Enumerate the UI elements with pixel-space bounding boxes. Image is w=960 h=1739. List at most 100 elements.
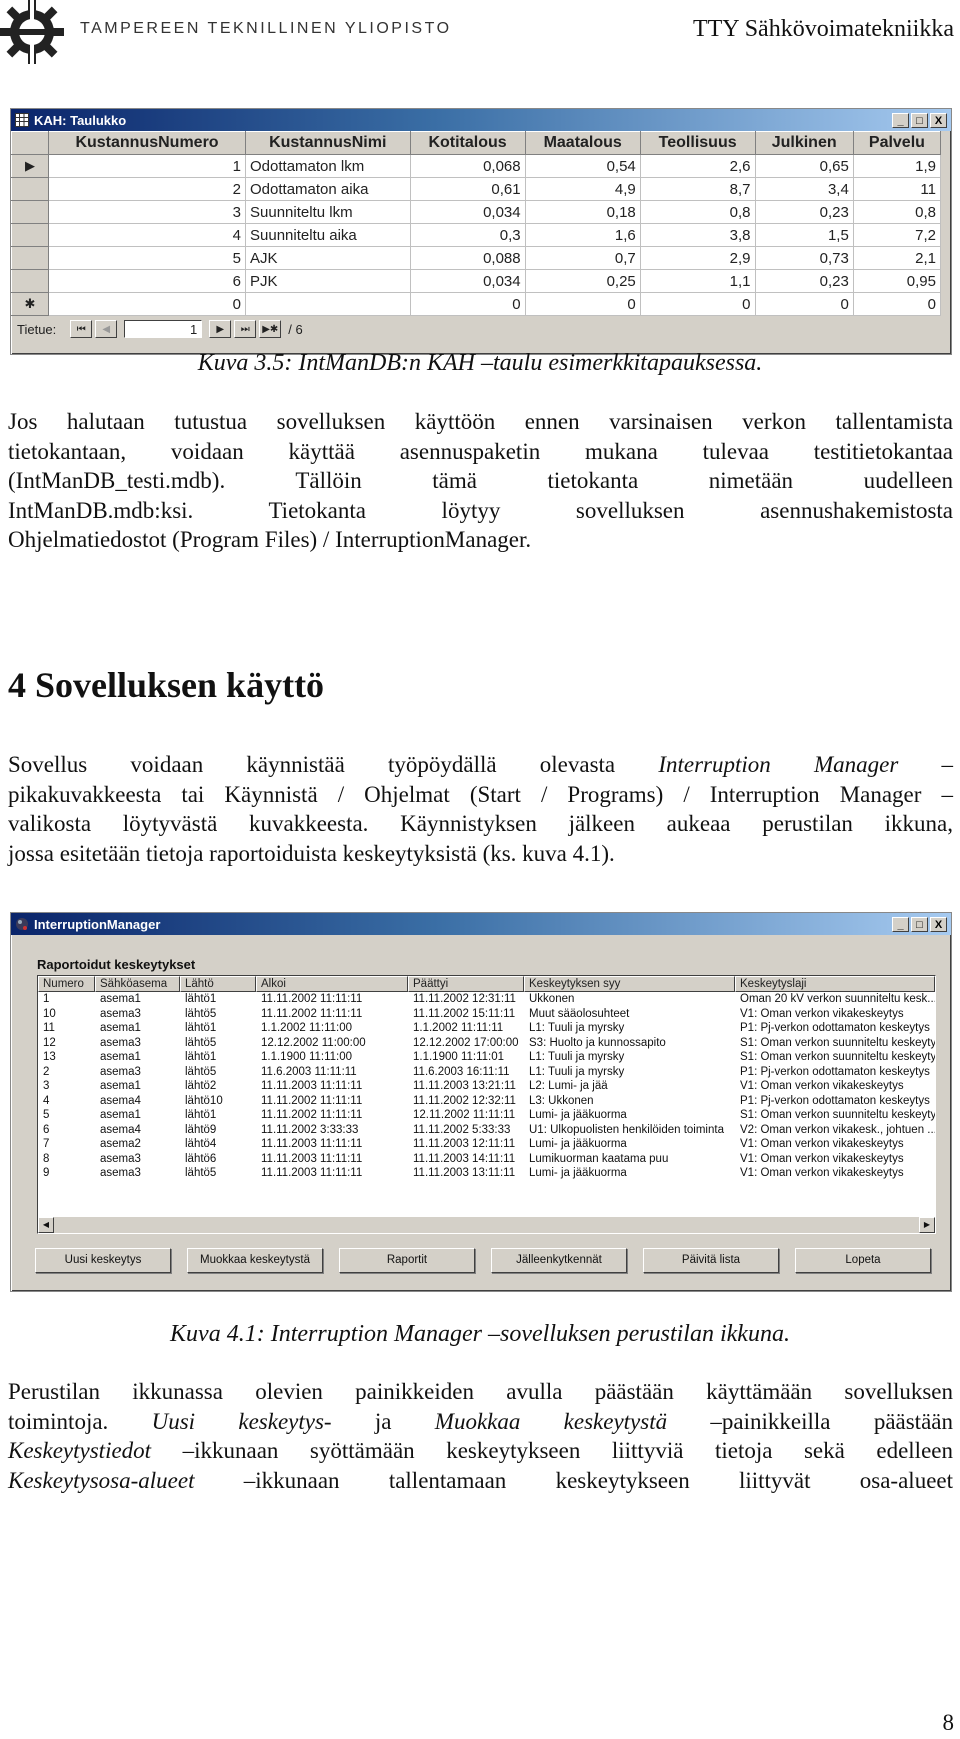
- table-cell[interactable]: 0,73: [754, 246, 854, 270]
- previous-record-button[interactable]: ◀: [95, 320, 118, 338]
- list-item[interactable]: 11 asema1 lähtö1 1.1.2002 11:11:00 1.1.2002 …: [38, 1021, 935, 1036]
- table-cell[interactable]: 0,23: [754, 200, 854, 224]
- table-cell[interactable]: 0,034: [409, 200, 526, 224]
- column-header[interactable]: Alkoi: [256, 976, 408, 992]
- table-cell[interactable]: PJK: [245, 269, 411, 293]
- reports-button[interactable]: Raportit: [339, 1248, 475, 1273]
- table-row[interactable]: ▶ 1 Odottamaton lkm 0,068 0,54 2,6 0,65 1,9: [11, 154, 942, 178]
- table-cell[interactable]: 3,8: [639, 223, 756, 247]
- column-header[interactable]: Palvelu: [852, 131, 942, 155]
- table-cell[interactable]: 1: [47, 154, 247, 178]
- table-cell[interactable]: 0,068: [409, 154, 526, 178]
- refresh-list-button[interactable]: Päivitä lista: [643, 1248, 779, 1273]
- list-item[interactable]: 4 asema4 lähtö10 11.11.2002 11:11:11 11.11.2…: [38, 1094, 935, 1109]
- table-cell[interactable]: 1,5: [754, 223, 854, 247]
- row-selector[interactable]: [11, 269, 49, 293]
- list-item[interactable]: 3 asema1 lähtö2 11.11.2003 11:11:11 11.11.20…: [38, 1079, 935, 1094]
- table-cell[interactable]: 0,7: [524, 246, 641, 270]
- column-header[interactable]: Maatalous: [524, 131, 641, 155]
- list-item[interactable]: 8 asema3 lähtö6 11.11.2003 11:11:11 11.11.20…: [38, 1152, 935, 1167]
- table-cell[interactable]: 3,4: [754, 177, 854, 201]
- next-record-button[interactable]: ▶: [209, 320, 232, 338]
- minimize-button[interactable]: _: [892, 916, 909, 932]
- table-cell[interactable]: 0,54: [524, 154, 641, 178]
- list-item[interactable]: 1 asema1 lähtö1 11.11.2002 11:11:11 11.11.20…: [38, 992, 935, 1007]
- table-cell[interactable]: 1,1: [639, 269, 756, 293]
- maximize-button[interactable]: □: [911, 112, 928, 128]
- table-row[interactable]: 3 Suunniteltu lkm 0,034 0,18 0,8 0,23 0,8: [11, 200, 942, 224]
- row-selector[interactable]: [11, 200, 49, 224]
- table-cell[interactable]: 1,6: [524, 223, 641, 247]
- list-item[interactable]: 6 asema4 lähtö9 11.11.2002 3:33:33 11.11.200…: [38, 1123, 935, 1138]
- list-item[interactable]: 7 asema2 lähtö4 11.11.2003 11:11:11 11.11.20…: [38, 1137, 935, 1152]
- column-header[interactable]: Keskeytyksen syy: [524, 976, 735, 992]
- reclosings-button[interactable]: Jälleenkytkennät: [491, 1248, 627, 1273]
- table-row[interactable]: 6 PJK 0,034 0,25 1,1 0,23 0,95: [11, 269, 942, 293]
- table-cell[interactable]: 7,2: [852, 223, 942, 247]
- column-header[interactable]: KustannusNimi: [245, 131, 411, 155]
- table-cell[interactable]: 2,6: [639, 154, 756, 178]
- table-cell[interactable]: 5: [47, 246, 247, 270]
- list-item[interactable]: 9 asema3 lähtö5 11.11.2003 11:11:11 11.11.20…: [38, 1166, 935, 1181]
- list-item[interactable]: 13 asema1 lähtö1 1.1.1900 11:11:00 1.1.1900 …: [38, 1050, 935, 1065]
- column-header[interactable]: Teollisuus: [639, 131, 756, 155]
- table-cell[interactable]: 0: [754, 292, 854, 316]
- first-record-button[interactable]: ⏮: [70, 320, 93, 338]
- table-row[interactable]: ✱ 0 0 0 0 0 0: [11, 292, 942, 316]
- table-cell[interactable]: 0,95: [852, 269, 942, 293]
- last-record-button[interactable]: ⏭: [234, 320, 257, 338]
- row-selector[interactable]: ✱: [11, 292, 49, 316]
- list-item[interactable]: 5 asema1 lähtö1 11.11.2002 11:11:11 12.11.20…: [38, 1108, 935, 1123]
- table-row[interactable]: 4 Suunniteltu aika 0,3 1,6 3,8 1,5 7,2: [11, 223, 942, 247]
- column-header[interactable]: Päättyi: [408, 976, 524, 992]
- table-cell[interactable]: 2,9: [639, 246, 756, 270]
- table-cell[interactable]: 0: [409, 292, 526, 316]
- table-cell[interactable]: 0: [852, 292, 942, 316]
- minimize-button[interactable]: _: [892, 112, 909, 128]
- table-cell[interactable]: Odottamaton lkm: [245, 154, 411, 178]
- table-cell[interactable]: 0,8: [639, 200, 756, 224]
- row-selector[interactable]: [11, 223, 49, 247]
- column-header[interactable]: KustannusNumero: [47, 131, 247, 155]
- table-cell[interactable]: Suunniteltu lkm: [245, 200, 411, 224]
- table-cell[interactable]: 0,61: [409, 177, 526, 201]
- maximize-button[interactable]: □: [911, 916, 928, 932]
- table-cell[interactable]: 0,18: [524, 200, 641, 224]
- column-header[interactable]: Numero: [38, 976, 95, 992]
- table-cell[interactable]: 0,8: [852, 200, 942, 224]
- table-cell[interactable]: Odottamaton aika: [245, 177, 411, 201]
- table-cell[interactable]: 0,034: [409, 269, 526, 293]
- table-cell[interactable]: [245, 292, 411, 316]
- table-cell[interactable]: 8,7: [639, 177, 756, 201]
- table-cell[interactable]: 4: [47, 223, 247, 247]
- new-record-button[interactable]: ▶✱: [259, 320, 282, 338]
- table-cell[interactable]: 3: [47, 200, 247, 224]
- scroll-left-button[interactable]: ◀: [38, 1217, 54, 1233]
- row-selector[interactable]: [11, 246, 49, 270]
- column-header[interactable]: Julkinen: [754, 131, 854, 155]
- table-cell[interactable]: 0,3: [409, 223, 526, 247]
- table-cell[interactable]: 0,23: [754, 269, 854, 293]
- list-item[interactable]: 2 asema3 lähtö5 11.6.2003 11:11:11 11.6.2003…: [38, 1065, 935, 1080]
- column-header[interactable]: Lähtö: [180, 976, 256, 992]
- quit-button[interactable]: Lopeta: [795, 1248, 931, 1273]
- table-cell[interactable]: 0,65: [754, 154, 854, 178]
- column-header[interactable]: Kotitalous: [409, 131, 526, 155]
- table-cell[interactable]: 0: [47, 292, 247, 316]
- table-cell[interactable]: AJK: [245, 246, 411, 270]
- table-row[interactable]: 2 Odottamaton aika 0,61 4,9 8,7 3,4 11: [11, 177, 942, 201]
- row-selector[interactable]: ▶: [11, 154, 49, 178]
- row-selector[interactable]: [11, 177, 49, 201]
- table-cell[interactable]: 11: [852, 177, 942, 201]
- table-row[interactable]: 5 AJK 0,088 0,7 2,9 0,73 2,1: [11, 246, 942, 270]
- table-cell[interactable]: 2: [47, 177, 247, 201]
- record-number-field[interactable]: 1: [124, 320, 203, 338]
- table-cell[interactable]: Suunniteltu aika: [245, 223, 411, 247]
- table-cell[interactable]: 2,1: [852, 246, 942, 270]
- column-header[interactable]: Sähköasema: [95, 976, 180, 992]
- close-button[interactable]: X: [930, 112, 947, 128]
- table-cell[interactable]: 0: [524, 292, 641, 316]
- interruptions-list[interactable]: Numero Sähköasema Lähtö Alkoi Päättyi Ke…: [37, 975, 936, 1234]
- table-cell[interactable]: 6: [47, 269, 247, 293]
- horizontal-scrollbar[interactable]: ◀ ▶: [38, 1217, 935, 1233]
